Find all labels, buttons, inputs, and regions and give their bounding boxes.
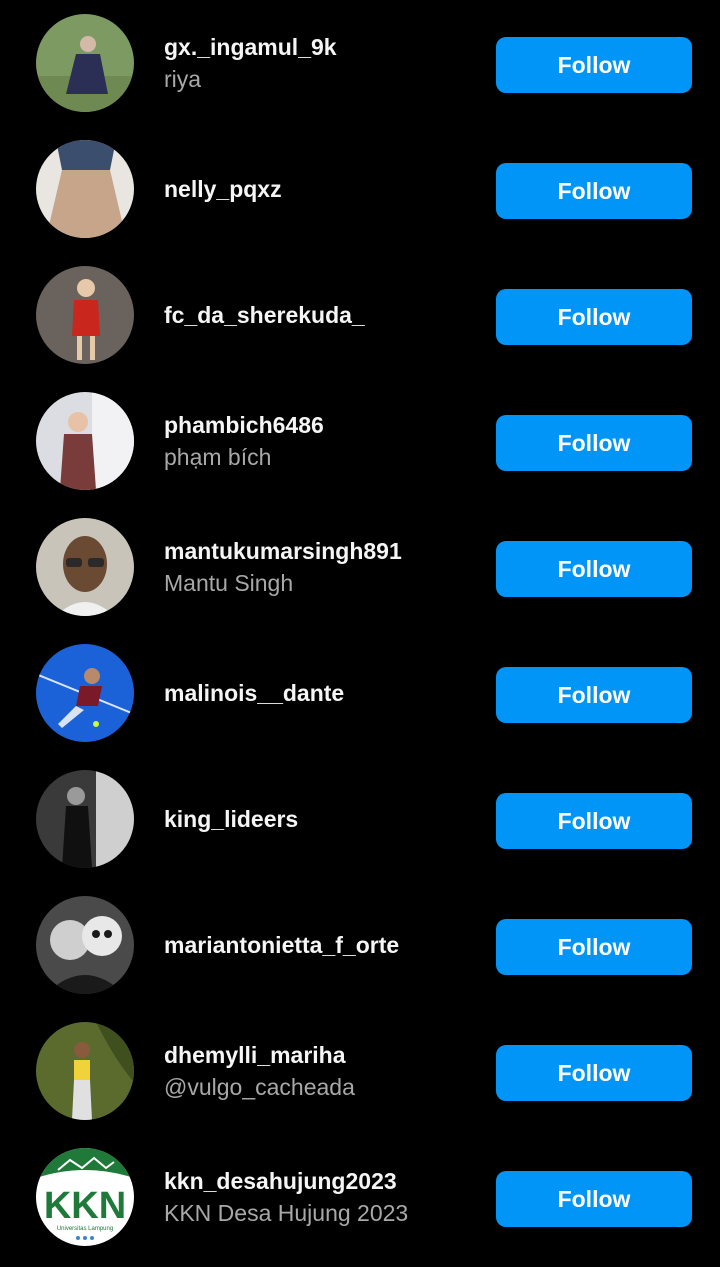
kkn-logo-text: KKN (44, 1185, 126, 1227)
user-row[interactable]: nelly_pqxz Follow (0, 126, 720, 252)
avatar[interactable] (36, 140, 134, 238)
sunglasses-icon (66, 558, 82, 567)
avatar[interactable] (36, 392, 134, 490)
tennis-ball-icon (93, 721, 99, 727)
avatar[interactable] (36, 266, 134, 364)
user-row[interactable]: KKN Universitas Lampung kkn_desahujung20… (0, 1134, 720, 1260)
user-row[interactable]: gx._ingamul_9k riya Follow (0, 0, 720, 126)
user-row[interactable]: phambich6486 phạm bích Follow (0, 378, 720, 504)
logo-dot (90, 1236, 94, 1240)
avatar-top (74, 1060, 90, 1080)
avatar[interactable] (36, 1022, 134, 1120)
avatar-jacket (56, 140, 116, 170)
username[interactable]: nelly_pqxz (164, 173, 484, 205)
follow-button[interactable]: Follow (496, 919, 692, 975)
avatar[interactable]: KKN Universitas Lampung (36, 1148, 134, 1246)
user-text[interactable]: mariantonietta_f_orte (164, 882, 484, 1008)
user-row[interactable]: mantukumarsingh891 Mantu Singh Follow (0, 504, 720, 630)
user-text[interactable]: phambich6486 phạm bích (164, 378, 484, 504)
avatar[interactable] (36, 644, 134, 742)
avatar-head (77, 279, 95, 297)
avatar-head (67, 787, 85, 805)
avatar[interactable] (36, 14, 134, 112)
username[interactable]: dhemylli_mariha (164, 1039, 484, 1071)
avatar-head (68, 412, 88, 432)
avatar-top (76, 686, 102, 706)
username[interactable]: malinois__dante (164, 677, 484, 709)
logo-dot (76, 1236, 80, 1240)
user-text[interactable]: malinois__dante (164, 630, 484, 756)
avatar-pants (72, 1080, 92, 1120)
avatar-dress (72, 300, 100, 336)
username[interactable]: mariantonietta_f_orte (164, 929, 484, 961)
user-row[interactable]: malinois__dante Follow (0, 630, 720, 756)
follow-button[interactable]: Follow (496, 1045, 692, 1101)
username[interactable]: kkn_desahujung2023 (164, 1165, 484, 1197)
follow-button[interactable]: Follow (496, 415, 692, 471)
avatar-wall (92, 392, 134, 490)
avatar-body (62, 806, 92, 868)
user-text[interactable]: mantukumarsingh891 Mantu Singh (164, 504, 484, 630)
username[interactable]: gx._ingamul_9k (164, 31, 484, 63)
avatar-leg (90, 336, 95, 360)
kkn-logo-subtext: Universitas Lampung (57, 1226, 113, 1232)
user-text[interactable]: dhemylli_mariha @vulgo_cacheada (164, 1008, 484, 1134)
follow-button[interactable]: Follow (496, 541, 692, 597)
username[interactable]: fc_da_sherekuda_ (164, 299, 484, 331)
user-row[interactable]: dhemylli_mariha @vulgo_cacheada Follow (0, 1008, 720, 1134)
avatar[interactable] (36, 896, 134, 994)
avatar-head (80, 36, 96, 52)
user-row[interactable]: fc_da_sherekuda_ Follow (0, 252, 720, 378)
avatar-head (74, 1042, 90, 1058)
user-text[interactable]: fc_da_sherekuda_ (164, 252, 484, 378)
follow-button[interactable]: Follow (496, 667, 692, 723)
follow-button[interactable]: Follow (496, 37, 692, 93)
user-text[interactable]: king_lideers (164, 756, 484, 882)
user-text[interactable]: kkn_desahujung2023 KKN Desa Hujung 2023 (164, 1134, 484, 1260)
mask-eye (92, 930, 100, 938)
avatar-wall (96, 770, 134, 868)
full-name: riya (164, 66, 202, 92)
username[interactable]: king_lideers (164, 803, 484, 835)
full-name: @vulgo_cacheada (164, 1074, 355, 1100)
avatar[interactable] (36, 770, 134, 868)
follow-button[interactable]: Follow (496, 1171, 692, 1227)
user-text[interactable]: nelly_pqxz (164, 126, 484, 252)
user-text[interactable]: gx._ingamul_9k riya (164, 0, 484, 126)
avatar-head (84, 668, 100, 684)
mask-eye (104, 930, 112, 938)
avatar-leg (77, 336, 82, 360)
follow-button[interactable]: Follow (496, 289, 692, 345)
full-name: Mantu Singh (164, 570, 294, 596)
avatar[interactable] (36, 518, 134, 616)
full-name: KKN Desa Hujung 2023 (164, 1200, 409, 1226)
avatar-body (60, 434, 96, 490)
username[interactable]: phambich6486 (164, 409, 484, 441)
follow-button[interactable]: Follow (496, 793, 692, 849)
user-row[interactable]: king_lideers Follow (0, 756, 720, 882)
sunglasses-icon (88, 558, 104, 567)
user-row[interactable]: mariantonietta_f_orte Follow (0, 882, 720, 1008)
username[interactable]: mantukumarsingh891 (164, 535, 484, 567)
avatar-mask (82, 916, 122, 956)
full-name: phạm bích (164, 444, 272, 470)
logo-dot (83, 1236, 87, 1240)
follow-button[interactable]: Follow (496, 163, 692, 219)
